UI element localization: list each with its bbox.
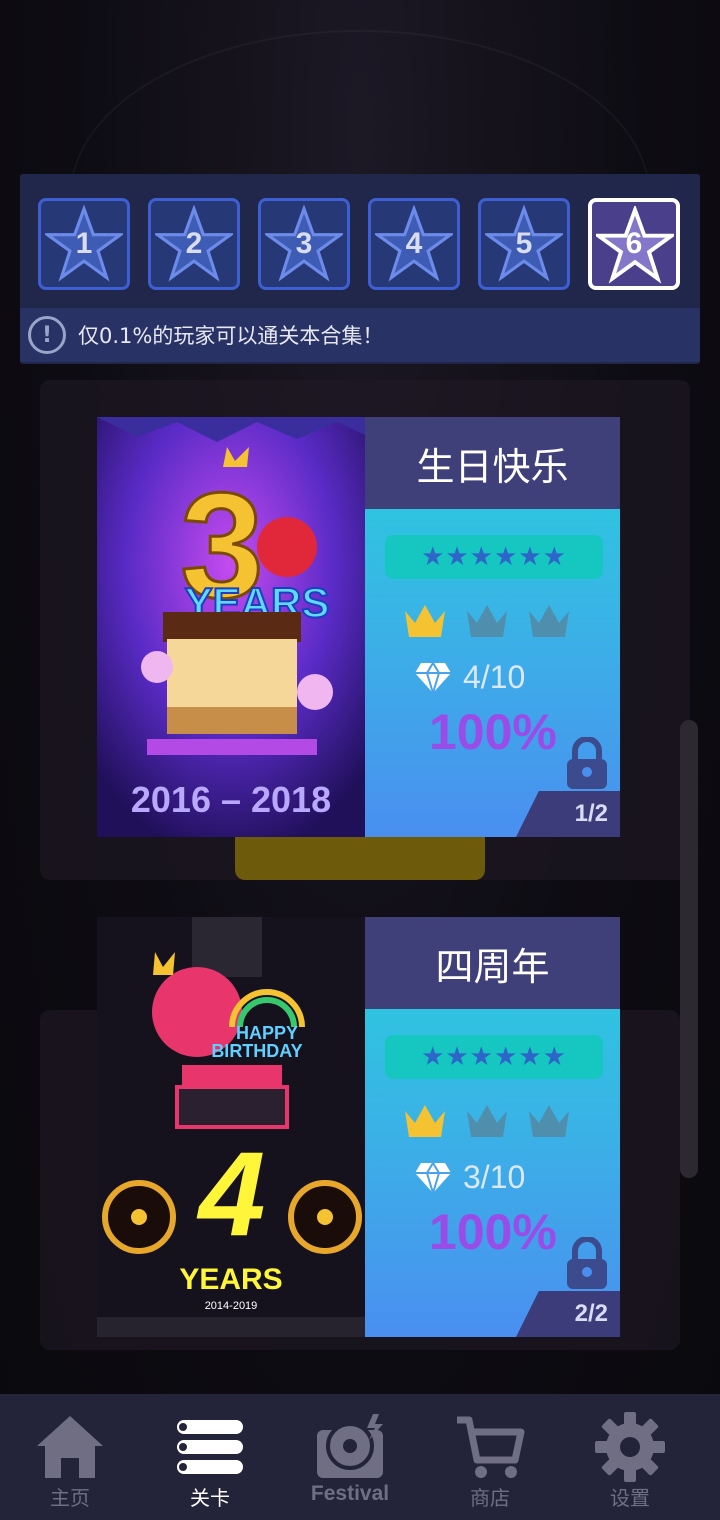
collection-title: 四周年	[365, 917, 620, 1009]
gem-counter: 4/10	[413, 657, 525, 697]
bottom-navigation: 主页 关卡 Festival 商店 设置	[0, 1394, 720, 1520]
gem-count: 3/10	[463, 1158, 526, 1195]
level-number: 1	[75, 227, 93, 260]
nav-shop[interactable]: 商店	[420, 1394, 560, 1520]
nav-label: 设置	[610, 1486, 650, 1510]
level-number: 2	[185, 227, 203, 260]
home-icon	[37, 1416, 103, 1478]
page-indicator: 2/2	[516, 1291, 620, 1337]
nav-settings[interactable]: 设置	[560, 1394, 700, 1520]
nav-label: 关卡	[190, 1486, 230, 1510]
collection-art-3-years: 3 YEARS 2016 – 2018	[97, 417, 365, 837]
crown-icon	[529, 1105, 569, 1137]
notice-bar: ! 仅0.1%的玩家可以通关本合集！	[20, 308, 700, 362]
nav-label: 商店	[470, 1486, 510, 1510]
nav-home[interactable]: 主页	[0, 1394, 140, 1520]
crown-icon	[405, 1105, 445, 1137]
list-icon	[177, 1420, 243, 1474]
collection-title: 生日快乐	[365, 417, 620, 509]
page-indicator: 1/2	[516, 791, 620, 837]
nav-label: Festival	[310, 1482, 390, 1505]
level-tab-5[interactable]: 5	[478, 198, 570, 290]
gear-icon	[595, 1412, 665, 1482]
art-dates: 2014-2019	[205, 1300, 258, 1312]
scrollbar[interactable]	[680, 720, 698, 1178]
art-number: 4	[197, 1127, 266, 1261]
crown-icon	[467, 1105, 507, 1137]
crown-icon	[405, 605, 445, 637]
level-tab-6[interactable]: 6	[588, 198, 680, 290]
diamond-icon	[415, 661, 451, 694]
notice-text: 仅0.1%的玩家可以通关本合集！	[78, 324, 384, 348]
lock-icon	[567, 1237, 607, 1289]
level-selector: 1 2 3 4 5 6 ! 仅0.1%的玩家可以通关本合集！	[20, 174, 700, 364]
art-birthday: BIRTHDAY	[211, 1041, 302, 1061]
collection-card[interactable]: HAPPY BIRTHDAY 4 YEARS 2014-2019 四周年 ★★★…	[97, 917, 620, 1337]
art-dates: 2016 – 2018	[131, 779, 331, 820]
star-rating: ★★★★★★	[385, 1035, 603, 1079]
completion-percent: 100%	[429, 704, 557, 760]
level-tab-4[interactable]: 4	[368, 198, 460, 290]
festival-disc-icon	[317, 1414, 383, 1478]
nav-levels[interactable]: 关卡	[140, 1394, 280, 1520]
level-number: 4	[405, 227, 423, 260]
level-number: 3	[295, 227, 313, 260]
level-number: 5	[515, 227, 533, 260]
exclamation-icon: !	[28, 316, 66, 354]
completion-percent: 100%	[429, 1204, 557, 1260]
diamond-icon	[415, 1161, 451, 1194]
collection-art-4-years: HAPPY BIRTHDAY 4 YEARS 2014-2019	[97, 917, 365, 1337]
star-rating: ★★★★★★	[385, 535, 603, 579]
gem-count: 4/10	[463, 658, 526, 695]
cart-icon	[457, 1416, 525, 1478]
lock-icon	[567, 737, 607, 789]
level-tab-2[interactable]: 2	[148, 198, 240, 290]
crown-icon	[529, 605, 569, 637]
crown-progress	[401, 597, 573, 645]
level-tab-3[interactable]: 3	[258, 198, 350, 290]
collection-info: 生日快乐 ★★★★★★ 4/10 100% 1/2	[365, 417, 620, 837]
crown-icon	[467, 605, 507, 637]
level-number: 6	[625, 227, 643, 260]
nav-festival[interactable]: Festival	[280, 1394, 420, 1520]
gem-counter: 3/10	[413, 1157, 525, 1197]
level-tab-1[interactable]: 1	[38, 198, 130, 290]
collection-card[interactable]: 3 YEARS 2016 – 2018 生日快乐 ★★★★★★ 4/10 100…	[97, 417, 620, 837]
collection-info: 四周年 ★★★★★★ 3/10 100% 2/2	[365, 917, 620, 1337]
crown-progress	[401, 1097, 573, 1145]
art-years: YEARS	[179, 1263, 282, 1296]
art-happy: HAPPY	[236, 1023, 298, 1043]
nav-label: 主页	[50, 1486, 90, 1510]
